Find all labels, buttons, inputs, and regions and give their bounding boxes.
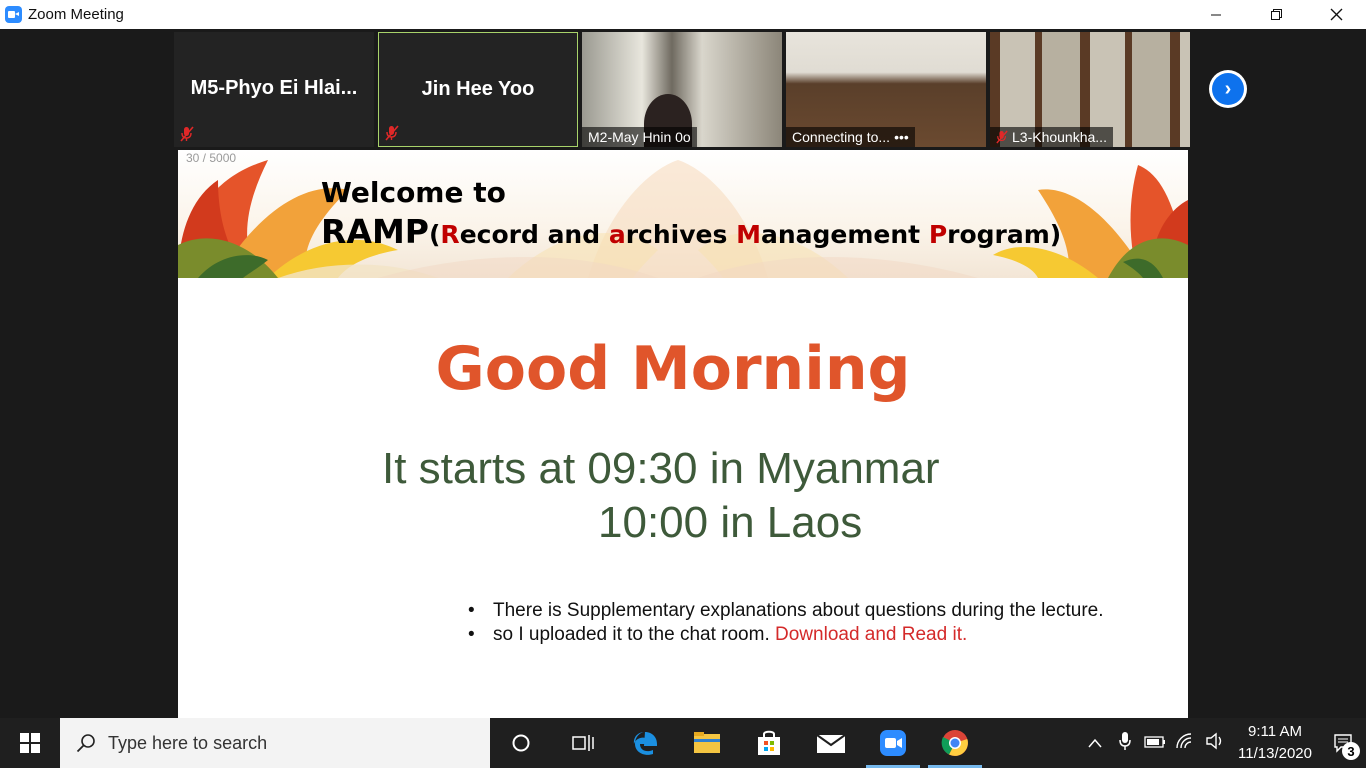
taskbar-search-box[interactable]: Type here to search [60, 718, 490, 768]
slide-welcome-text: Welcome to [321, 176, 506, 209]
clock-time: 9:11 AM [1248, 723, 1302, 740]
zoom-app-icon [5, 6, 22, 23]
window-title-bar: Zoom Meeting [0, 0, 1366, 29]
slide-banner: 30 / 5000 Welcome to RAMP(Record and arc… [178, 150, 1188, 278]
program-initial: M [736, 220, 761, 249]
battery-icon [1144, 735, 1165, 748]
slide-start-time-myanmar: It starts at 09:30 in Myanmar [382, 444, 940, 493]
shared-screen-slide: 30 / 5000 Welcome to RAMP(Record and arc… [178, 150, 1188, 718]
program-name-part: rogram) [947, 220, 1062, 249]
bullet-text-highlight: Download and Read it. [775, 624, 968, 645]
meeting-area: M5-Phyo Ei Hlai... Jin Hee Yoo M2-May Hn… [0, 29, 1366, 718]
list-item: • There is Supplementary explanations ab… [468, 599, 1104, 623]
folder-icon [694, 732, 720, 753]
clock-date: 11/13/2020 [1238, 745, 1312, 762]
close-button[interactable] [1306, 0, 1366, 29]
participant-tile[interactable]: M5-Phyo Ei Hlai... [174, 32, 374, 147]
microphone-icon [1119, 732, 1131, 750]
program-initial: P [928, 220, 948, 249]
action-center-button[interactable]: 3 [1320, 718, 1366, 768]
bullet-marker: • [468, 600, 475, 621]
program-initial: R [440, 220, 460, 249]
zoom-video-icon [880, 730, 906, 756]
task-view-icon [572, 735, 594, 751]
battery-tray-button[interactable] [1140, 735, 1170, 752]
participant-label: L3-Khounkha... [990, 127, 1113, 147]
participant-tile-active-speaker[interactable]: Jin Hee Yoo [378, 32, 578, 147]
slide-counter: 30 / 5000 [186, 151, 237, 165]
list-item: • so I uploaded it to the chat room. Dow… [468, 623, 1104, 647]
program-name-part: ( [428, 220, 441, 249]
restore-button[interactable] [1246, 0, 1306, 29]
muted-mic-icon [996, 130, 1008, 144]
network-tray-button[interactable] [1170, 732, 1200, 754]
chevron-right-icon: › [1212, 73, 1244, 105]
start-button[interactable] [0, 718, 60, 768]
search-icon [76, 734, 95, 753]
system-tray: 9:11 AM 11/13/2020 3 [1080, 718, 1366, 768]
next-participants-button[interactable]: › [1209, 70, 1247, 108]
chrome-browser-icon [941, 730, 968, 756]
participant-strip: M5-Phyo Ei Hlai... Jin Hee Yoo M2-May Hn… [174, 32, 1190, 147]
slide-start-time-laos: 10:00 in Laos [598, 498, 863, 547]
minimize-icon [1211, 14, 1221, 15]
windows-taskbar: Type here to search 9:11 AM 11/13/2020 3 [0, 718, 1366, 768]
participant-video-tile[interactable]: M2-May Hnin 0o [582, 32, 782, 147]
close-icon [1330, 8, 1342, 21]
program-name-part: rchives [625, 220, 737, 249]
wifi-icon [1176, 733, 1192, 749]
program-name-part: ecord and [459, 220, 609, 249]
show-hidden-icons-button[interactable] [1080, 735, 1110, 752]
program-name-part: anagement [760, 220, 929, 249]
more-options-icon[interactable]: ••• [894, 129, 909, 145]
edge-taskbar-button[interactable] [614, 718, 676, 768]
volume-tray-button[interactable] [1200, 732, 1230, 754]
participant-name: Jin Hee Yoo [421, 78, 535, 100]
participant-name: M2-May Hnin 0o [588, 129, 691, 145]
bullet-marker: • [468, 624, 475, 645]
task-view-button[interactable] [552, 718, 614, 768]
program-initial: a [608, 220, 626, 249]
slide-bullet-list: • There is Supplementary explanations ab… [468, 599, 1104, 647]
notification-count-badge: 3 [1342, 742, 1360, 760]
participant-video-tile[interactable]: Connecting to... ••• [786, 32, 986, 147]
muted-mic-icon [385, 125, 399, 141]
speaker-icon [1206, 732, 1222, 750]
bullet-text: so I uploaded it to the chat room. Downl… [493, 623, 967, 647]
restore-icon [1270, 9, 1282, 20]
program-abbr: RAMP [321, 212, 429, 251]
slide-greeting: Good Morning [435, 334, 911, 404]
taskbar-clock[interactable]: 9:11 AM 11/13/2020 [1230, 721, 1320, 765]
slide-program-title: RAMP(Record and archives Management Prog… [321, 212, 1061, 251]
zoom-taskbar-button[interactable] [862, 718, 924, 768]
participant-video-tile[interactable]: L3-Khounkha... [990, 32, 1190, 147]
chrome-taskbar-button[interactable] [924, 718, 986, 768]
cortana-button[interactable] [490, 718, 552, 768]
store-taskbar-button[interactable] [738, 718, 800, 768]
chevron-up-icon [1088, 738, 1102, 747]
mail-taskbar-button[interactable] [800, 718, 862, 768]
window-controls [1186, 0, 1366, 29]
file-explorer-button[interactable] [676, 718, 738, 768]
minimize-button[interactable] [1186, 0, 1246, 29]
windows-logo-icon [20, 733, 40, 753]
participant-label: Connecting to... ••• [786, 127, 915, 147]
participant-name: L3-Khounkha... [1012, 129, 1107, 145]
cortana-icon [512, 734, 530, 752]
bullet-text-prefix: so I uploaded it to the chat room. [493, 624, 776, 645]
microphone-tray-button[interactable] [1110, 731, 1140, 755]
bullet-text: There is Supplementary explanations abou… [493, 600, 1104, 621]
search-placeholder: Type here to search [108, 732, 268, 753]
participant-label: M2-May Hnin 0o [582, 127, 697, 147]
participant-name: Connecting to... [792, 129, 891, 145]
window-title: Zoom Meeting [28, 6, 124, 23]
mail-icon [816, 734, 846, 753]
participant-name: M5-Phyo Ei Hlai... [190, 77, 358, 99]
muted-mic-icon [180, 126, 194, 142]
edge-browser-icon [633, 732, 657, 755]
microsoft-store-icon [758, 730, 780, 755]
